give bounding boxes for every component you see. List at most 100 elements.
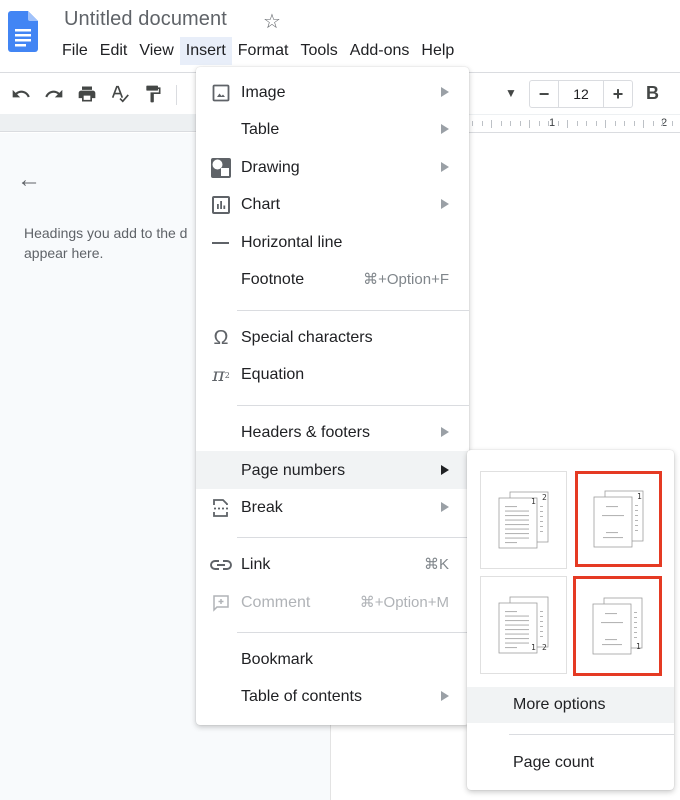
svg-text:1: 1: [531, 497, 536, 506]
menu-format[interactable]: Format: [232, 37, 295, 65]
page-number-option-top-all-pages[interactable]: 12: [480, 471, 567, 569]
shortcut-label: ⌘+Option+M: [359, 594, 449, 611]
ruler-tick: [491, 120, 492, 128]
ruler[interactable]: 1 2: [468, 115, 680, 133]
ruler-tick: [595, 121, 597, 126]
bold-button[interactable]: B: [646, 83, 659, 104]
page-count-item[interactable]: Page count: [467, 745, 674, 781]
font-size-control: − 12 +: [529, 80, 633, 108]
break-icon: [210, 498, 232, 518]
ruler-tick: [519, 121, 521, 126]
svg-text:1: 1: [636, 642, 641, 651]
ruler-tick: [633, 121, 635, 126]
ruler-tick: [548, 121, 549, 126]
toolbar-separator: [176, 85, 177, 105]
submenu-arrow-icon: [441, 427, 449, 437]
ruler-tick: [500, 121, 502, 126]
ruler-tick: [662, 121, 663, 126]
menu-item-special-characters[interactable]: Ω Special characters: [196, 320, 469, 356]
page-numbers-submenu: 12 1 12 1 More options Page count: [467, 450, 674, 790]
horizontal-line-icon: [210, 233, 232, 253]
menu-item-label: Table: [241, 121, 280, 138]
decrease-font-size-button[interactable]: −: [530, 81, 558, 107]
page-thumbnail-icon: 1: [592, 597, 642, 655]
menu-item-bookmark[interactable]: Bookmark: [196, 642, 469, 678]
redo-icon[interactable]: [43, 83, 65, 105]
submenu-arrow-icon: [441, 465, 449, 475]
ruler-tick: [624, 121, 625, 126]
menu-item-label: Special characters: [241, 329, 373, 346]
menu-item-table[interactable]: Table: [196, 112, 469, 148]
menu-file[interactable]: File: [56, 37, 94, 65]
ruler-tick: [614, 121, 616, 126]
menu-item-equation[interactable]: π2 Equation: [196, 357, 469, 393]
ruler-tick: [529, 120, 530, 128]
ruler-tick: [472, 121, 473, 126]
ruler-tick: [557, 121, 559, 126]
submenu-arrow-icon: [441, 199, 449, 209]
outline-empty-message: Headings you add to the d appear here.: [24, 223, 199, 263]
submenu-separator: [509, 734, 674, 735]
more-options-item[interactable]: More options: [467, 687, 674, 723]
menu-item-image[interactable]: Image: [196, 75, 469, 111]
menu-item-label: Break: [241, 499, 283, 516]
page-number-option-bottom-all-pages[interactable]: 12: [480, 576, 567, 674]
ruler-tick: [576, 121, 578, 126]
menu-view[interactable]: View: [133, 37, 179, 65]
menu-item-label: Drawing: [241, 159, 300, 176]
svg-text:1: 1: [531, 643, 536, 652]
chart-icon: [210, 195, 232, 215]
pi-squared-icon: π2: [212, 364, 230, 386]
back-arrow-icon[interactable]: ←: [17, 166, 41, 194]
menu-item-drawing[interactable]: Drawing: [196, 150, 469, 186]
ruler-tick: [652, 121, 654, 126]
page-number-option-top-skip-first[interactable]: 1: [575, 471, 662, 567]
menu-insert[interactable]: Insert: [179, 37, 232, 65]
document-title[interactable]: Untitled document: [64, 8, 227, 31]
menu-tools[interactable]: Tools: [294, 37, 343, 65]
menu-item-label: Image: [241, 84, 286, 101]
shortcut-label: ⌘+Option+F: [363, 271, 449, 288]
menu-separator: [237, 405, 469, 406]
menu-item-headers-footers[interactable]: Headers & footers: [196, 415, 469, 451]
ruler-label: 1: [549, 117, 556, 129]
page-thumbnail-icon: 12: [498, 491, 548, 549]
ruler-tick: [481, 121, 483, 126]
insert-menu: Image Table Drawing Chart Horizontal lin…: [196, 67, 469, 725]
menu-item-label: Page numbers: [241, 462, 346, 479]
page-count-label: Page count: [513, 754, 594, 771]
menu-item-horizontal-line[interactable]: Horizontal line: [196, 225, 469, 261]
menu-item-break[interactable]: Break: [196, 490, 469, 526]
menu-item-footnote[interactable]: Footnote ⌘+Option+F: [196, 262, 469, 298]
docs-logo-icon[interactable]: [8, 11, 38, 52]
spellcheck-icon[interactable]: [109, 83, 131, 105]
font-size-input[interactable]: 12: [558, 81, 604, 107]
ruler-tick: [510, 121, 511, 126]
menu-bar: File Edit View Insert Format Tools Add-o…: [56, 37, 460, 65]
page-number-option-bottom-skip-first[interactable]: 1: [573, 576, 662, 676]
menu-item-label: Table of contents: [241, 688, 362, 705]
increase-font-size-button[interactable]: +: [604, 81, 632, 107]
menu-item-chart[interactable]: Chart: [196, 187, 469, 223]
undo-icon[interactable]: [10, 83, 32, 105]
menu-item-link[interactable]: Link ⌘K: [196, 547, 469, 583]
svg-text:2: 2: [542, 493, 547, 502]
menu-separator: [237, 537, 469, 538]
submenu-arrow-icon: [441, 162, 449, 172]
font-dropdown-arrow-icon[interactable]: ▼: [505, 86, 517, 100]
menu-edit[interactable]: Edit: [94, 37, 134, 65]
omega-icon: Ω: [213, 326, 229, 349]
menu-item-comment: Comment ⌘+Option+M: [196, 585, 469, 621]
ruler-tick: [586, 121, 587, 126]
submenu-arrow-icon: [441, 691, 449, 701]
menu-separator: [237, 632, 469, 633]
menu-item-table-of-contents[interactable]: Table of contents: [196, 679, 469, 715]
menu-item-page-numbers[interactable]: Page numbers: [196, 451, 469, 489]
print-icon[interactable]: [76, 83, 98, 105]
outline-empty-line-2: appear here.: [24, 245, 104, 261]
menu-help[interactable]: Help: [415, 37, 460, 65]
star-icon[interactable]: ☆: [263, 9, 281, 34]
menu-add-ons[interactable]: Add-ons: [344, 37, 416, 65]
paint-format-icon[interactable]: [142, 83, 164, 105]
menu-item-label: Equation: [241, 366, 305, 383]
